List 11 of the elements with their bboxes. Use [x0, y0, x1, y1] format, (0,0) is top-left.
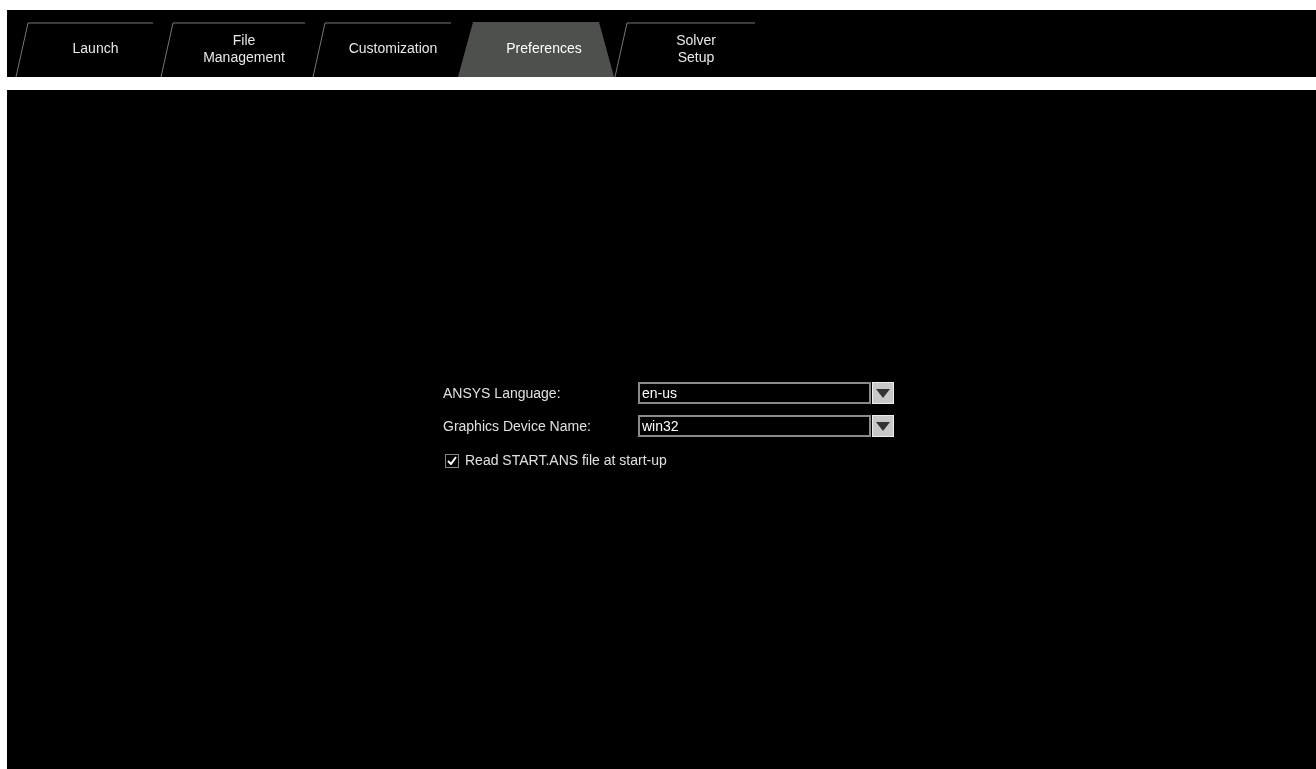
tab[interactable]: Preferences [458, 20, 614, 77]
tab[interactable]: File Management [160, 20, 312, 77]
tab[interactable]: Solver Setup [614, 20, 762, 77]
field-label: ANSYS Language: [443, 383, 562, 403]
tab[interactable]: Launch [15, 20, 160, 77]
caret-icon[interactable] [872, 415, 894, 437]
checkbox[interactable] [445, 453, 459, 468]
checkbox-label: Read START.ANS file at start-up [465, 451, 667, 470]
field-label: Graphics Device Name: [443, 416, 592, 436]
tab[interactable]: Customization [312, 20, 458, 77]
caret-icon[interactable] [872, 382, 894, 404]
